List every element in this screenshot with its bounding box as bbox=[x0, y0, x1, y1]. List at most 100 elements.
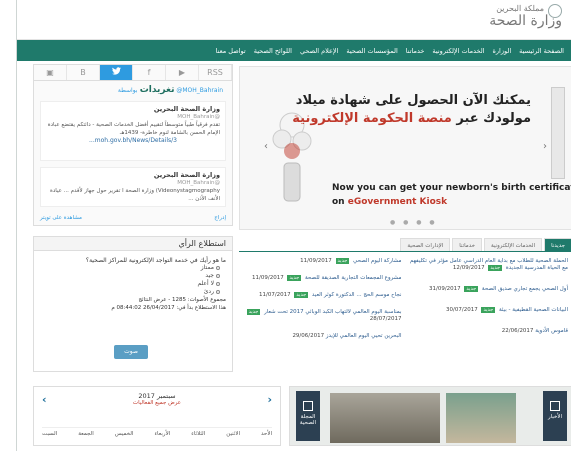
weekday-label: الثلاثاء bbox=[191, 431, 206, 437]
radio-icon[interactable] bbox=[216, 273, 220, 278]
news-item-date: 11/07/2017 bbox=[258, 292, 291, 298]
tab-eservices[interactable]: الخدمات الإلكترونية bbox=[484, 238, 543, 251]
calendar-prev-icon[interactable]: ‹ bbox=[42, 393, 47, 406]
news-item[interactable]: مشروع المجمعات التجارية الصديقة للصحة جد… bbox=[243, 275, 402, 282]
radio-icon[interactable] bbox=[216, 281, 220, 286]
social-panel: ▣ B f ▶ RSS تغريدات بواسطة @MOH_Bahrain … bbox=[33, 64, 233, 226]
poll-option[interactable]: جيد bbox=[34, 272, 232, 280]
slider-next-icon[interactable]: › bbox=[543, 141, 547, 152]
media-strip: المجلة الصحية الأخبار bbox=[289, 386, 571, 446]
health-magazine-button[interactable]: المجلة الصحية bbox=[296, 391, 320, 441]
news-item[interactable]: قاموس الأدوية 22/06/2017 bbox=[410, 328, 568, 335]
tweet-handle: @MOH_Bahrain bbox=[177, 180, 220, 186]
facebook-tab[interactable]: f bbox=[133, 65, 166, 80]
tweets-title: تغريدات بواسطة @MOH_Bahrain bbox=[40, 85, 226, 97]
news-item-title[interactable]: مشاركة اليوم الصحي bbox=[353, 258, 401, 264]
logo-line1: مملكة البحرين bbox=[496, 4, 544, 13]
weekday-label: الجمعة bbox=[78, 431, 94, 437]
slide-arabic-highlight: منصة الحكومة الإلكترونية bbox=[292, 111, 452, 126]
slider-prev-icon[interactable]: ‹ bbox=[264, 141, 268, 152]
tweet-link[interactable]: moh.gov.bh/News/Details/3... bbox=[46, 137, 220, 145]
slide-arabic-plain: مولودك عبر bbox=[456, 111, 531, 126]
magazine-label: المجلة الصحية bbox=[299, 414, 317, 426]
news-item-title[interactable]: البحرين تحيي اليوم العالمي للإيدز bbox=[326, 333, 402, 339]
news-item[interactable]: البيانات الصحية القطيفية - بيئة جديد 30/… bbox=[410, 307, 568, 314]
tweet-card[interactable]: وزارة الصحة البحرين @MOH_Bahrain تقدم فر… bbox=[40, 101, 226, 161]
youtube-tab[interactable]: ▶ bbox=[166, 65, 199, 80]
emblem-icon bbox=[548, 4, 562, 18]
tweet-card[interactable]: وزارة الصحة البحرين @MOH_Bahrain Videony… bbox=[40, 167, 226, 207]
tweets-heading: تغريدات bbox=[139, 85, 175, 95]
hero-slider[interactable]: يمكنك الآن الحصول على شهادة ميلاد مولودك… bbox=[239, 66, 571, 230]
news-item-title[interactable]: نجاح موسم الحج ... الدكتورة كوثر العيد bbox=[312, 292, 402, 298]
tab-health-departments[interactable]: الإدارات الصحية bbox=[400, 238, 451, 251]
calendar-weekdays: الأحد الاثنين الثلاثاء الأربعاء الخميس ا… bbox=[42, 427, 272, 437]
nav-ministry[interactable]: الوزارة bbox=[493, 47, 512, 55]
news-item-title[interactable]: قاموس الأدوية bbox=[535, 328, 568, 334]
nav-institutions[interactable]: المؤسسات الصحية bbox=[346, 47, 397, 55]
news-item-date: 31/09/2017 bbox=[428, 286, 461, 292]
nav-eservices[interactable]: الخدمات الإلكترونية bbox=[432, 47, 484, 55]
new-badge: جديد bbox=[287, 275, 302, 281]
nav-media[interactable]: الإعلام الصحي bbox=[300, 47, 338, 55]
embed-link[interactable]: إدراج bbox=[214, 215, 226, 221]
event-photo[interactable] bbox=[446, 393, 516, 443]
news-item-title[interactable]: البيانات الصحية القطيفية - بيئة bbox=[499, 307, 568, 313]
tab-services[interactable]: خدماتنا bbox=[452, 238, 483, 251]
view-on-twitter-link[interactable]: مشاهدة على تويتر bbox=[40, 215, 82, 221]
instagram-tab[interactable]: ▣ bbox=[34, 65, 67, 80]
weekday-label: الاثنين bbox=[226, 431, 240, 437]
news-item-date: 12/09/2017 bbox=[452, 265, 485, 271]
radio-icon[interactable] bbox=[216, 265, 220, 270]
nav-contact[interactable]: تواصل معنا bbox=[216, 47, 246, 55]
news-item-date: 30/07/2017 bbox=[446, 307, 478, 313]
poll-dates: هذا الاستطلاع بدأ في: 26/04/2017 08:44:0… bbox=[111, 305, 226, 311]
poll-option[interactable]: ردئ bbox=[34, 288, 232, 296]
poll-option-label: ممتاز bbox=[200, 264, 214, 271]
poll-total: مجموع الأصوات: 1285 - عرض النتائج bbox=[138, 297, 226, 303]
news-item-title[interactable]: مشروع المجمعات التجارية الصديقة للصحة bbox=[305, 275, 402, 281]
poll-question: ما هو رأيك في خدمة التواجد الإلكترونية ل… bbox=[85, 257, 226, 264]
news-item[interactable]: مشاركة اليوم الصحي جديد 11/09/2017 bbox=[243, 258, 402, 265]
rss-tab[interactable]: RSS bbox=[199, 65, 232, 80]
twitter-icon bbox=[111, 67, 121, 75]
twitter-tab[interactable] bbox=[100, 65, 133, 80]
slide-arabic-line2: مولودك عبر منصة الحكومة الإلكترونية bbox=[292, 111, 531, 126]
slide-arabic-line1: يمكنك الآن الحصول على شهادة ميلاد bbox=[295, 93, 531, 108]
slider-dots[interactable]: ● ● ● ● bbox=[390, 219, 438, 226]
news-item[interactable]: الحملة الصحية للطلاب مع بداية العام الدر… bbox=[410, 258, 568, 272]
news-tabs: جديدنا الخدمات الإلكترونية خدماتنا الإدا… bbox=[239, 238, 571, 252]
nav-home[interactable]: الصفحة الرئيسية bbox=[519, 47, 564, 55]
poll-option[interactable]: لا أعلم bbox=[34, 280, 232, 288]
weekday-label: السبت bbox=[42, 431, 58, 437]
vote-button[interactable]: صوت bbox=[114, 345, 148, 359]
tweet-handle: @MOH_Bahrain bbox=[177, 114, 220, 120]
news-item[interactable]: أول الصحي يجمع تجاري صديق الصحة جديد 31/… bbox=[410, 286, 568, 293]
all-events-link[interactable]: عرض جميع الفعاليات bbox=[34, 400, 280, 406]
news-item-title[interactable]: أول الصحي يجمع تجاري صديق الصحة bbox=[482, 286, 568, 292]
slide-english-plain: on bbox=[332, 197, 345, 207]
nav-regulations[interactable]: اللوائح الصحية bbox=[254, 47, 292, 55]
tab-latest[interactable]: جديدنا bbox=[544, 238, 571, 251]
news-item-title[interactable]: بمناسبة اليوم العالمي لالتهاب الكبد الوب… bbox=[264, 309, 401, 315]
calendar-icon bbox=[303, 401, 313, 411]
news-item[interactable]: البحرين تحيي اليوم العالمي للإيدز 29/06/… bbox=[243, 333, 402, 340]
nav-services[interactable]: خدماتنا bbox=[406, 47, 425, 55]
news-panel: جديدنا الخدمات الإلكترونية خدماتنا الإدا… bbox=[239, 238, 571, 378]
news-column-left: مشاركة اليوم الصحي جديد 11/09/2017 مشروع… bbox=[239, 258, 406, 378]
news-item[interactable]: بمناسبة اليوم العالمي لالتهاب الكبد الوب… bbox=[243, 309, 402, 323]
ministry-logo[interactable]: مملكة البحرين وزارة الصحة bbox=[467, 4, 562, 37]
blogger-tab[interactable]: B bbox=[67, 65, 100, 80]
new-badge: جديد bbox=[294, 292, 309, 298]
event-photo[interactable] bbox=[330, 393, 440, 443]
news-column-right: الحملة الصحية للطلاب مع بداية العام الدر… bbox=[406, 258, 571, 378]
radio-icon[interactable] bbox=[216, 289, 220, 294]
new-badge: جديد bbox=[335, 258, 350, 264]
poll-option[interactable]: ممتاز bbox=[34, 264, 232, 272]
news-label: الأخبار bbox=[547, 414, 563, 420]
weekday-label: الأربعاء bbox=[154, 431, 171, 437]
news-item[interactable]: نجاح موسم الحج ... الدكتورة كوثر العيد ج… bbox=[243, 292, 402, 299]
news-button[interactable]: الأخبار bbox=[543, 391, 567, 441]
calendar-next-icon[interactable]: › bbox=[267, 393, 272, 406]
news-item-date: 28/07/2017 bbox=[369, 316, 402, 322]
